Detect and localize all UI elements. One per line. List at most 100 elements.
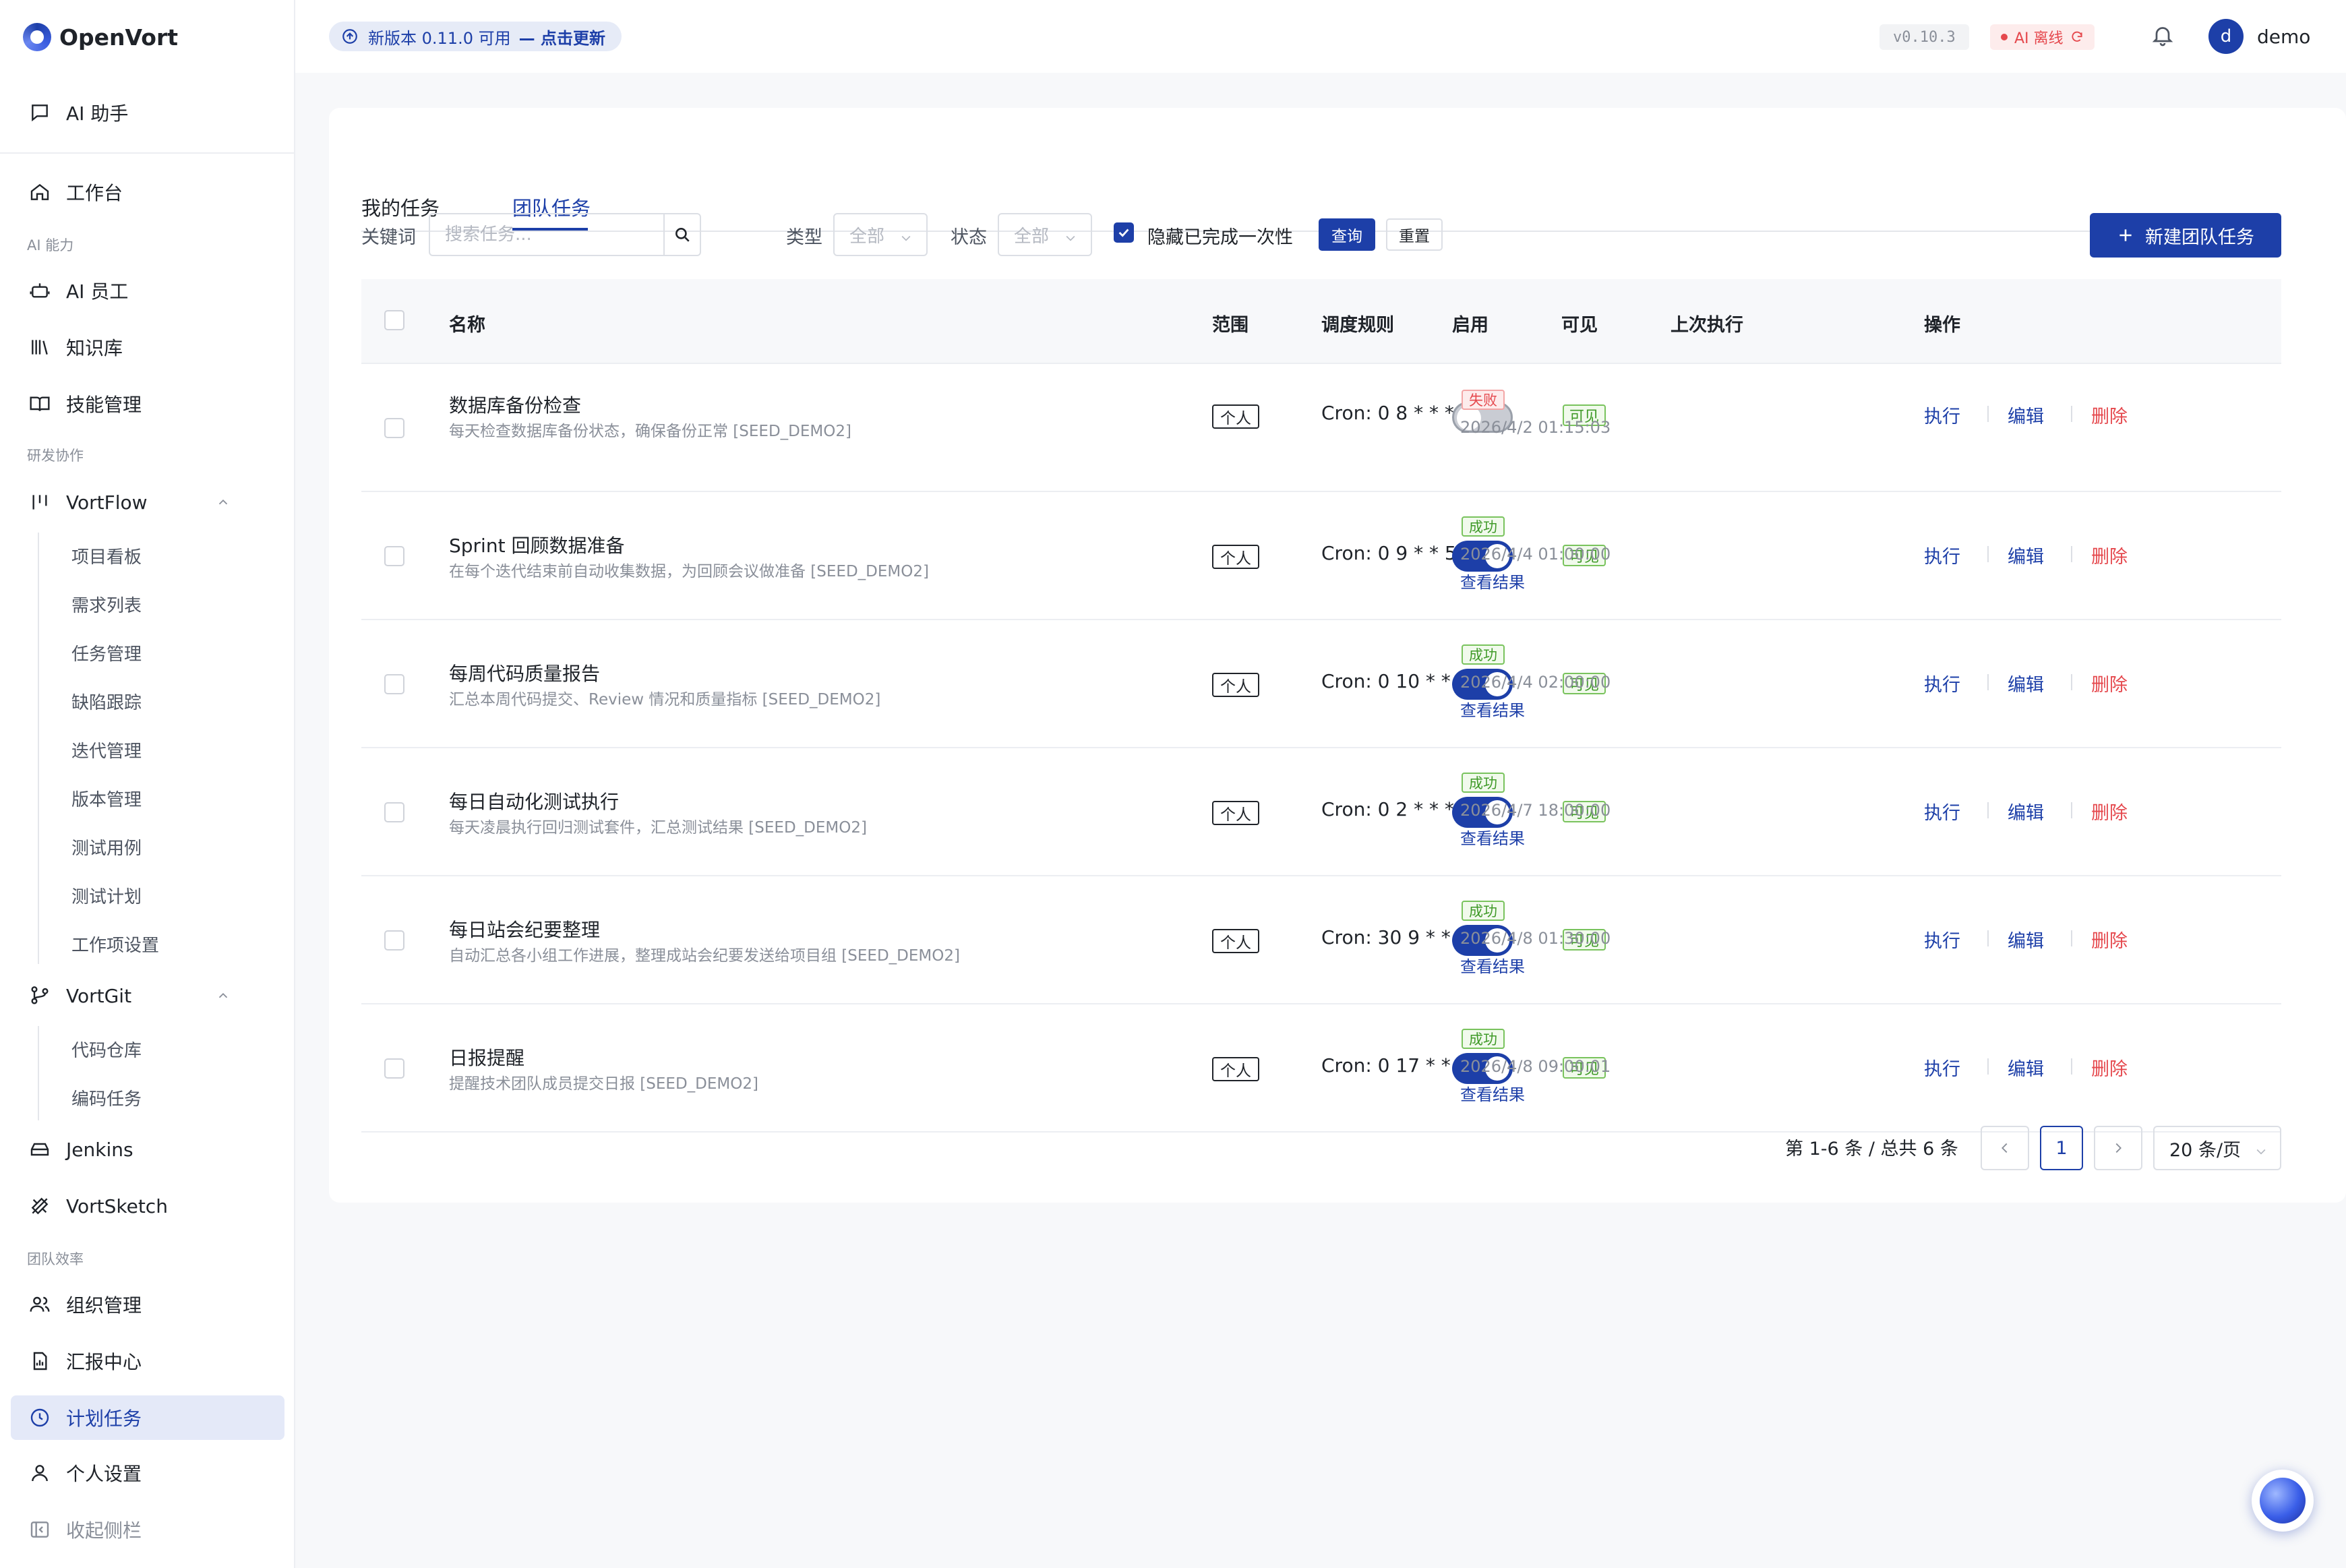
view-result-link[interactable]: 查看结果 bbox=[1460, 825, 1525, 849]
sidebar-subitem-iterations[interactable]: 迭代管理 bbox=[71, 737, 142, 762]
sidebar-subitem-bugs[interactable]: 缺陷跟踪 bbox=[71, 689, 142, 714]
row-checkbox[interactable] bbox=[384, 802, 404, 822]
view-result-link[interactable]: 查看结果 bbox=[1460, 953, 1525, 977]
sidebar-subitem-project-board[interactable]: 项目看板 bbox=[71, 543, 142, 568]
chevron-up-icon[interactable] bbox=[216, 495, 231, 512]
sidebar-item-label: VortGit bbox=[66, 984, 132, 1007]
edit-action[interactable]: 编辑 bbox=[2008, 670, 2044, 696]
next-page-button[interactable] bbox=[2094, 1126, 2142, 1170]
refresh-icon[interactable] bbox=[2070, 30, 2084, 44]
task-description: 每天检查数据库备份状态，确保备份正常 [SEED_DEMO2] bbox=[449, 423, 851, 440]
sidebar-subitem-versions[interactable]: 版本管理 bbox=[71, 786, 142, 811]
sidebar-item-skills[interactable]: 技能管理 bbox=[11, 382, 284, 426]
status-select-value: 全部 bbox=[1014, 226, 1050, 247]
sidebar-subitem-requirements[interactable]: 需求列表 bbox=[71, 592, 142, 617]
sidebar-item-org[interactable]: 组织管理 bbox=[11, 1282, 284, 1327]
hide-completed-checkbox[interactable] bbox=[1114, 222, 1134, 243]
page-size-select[interactable]: 20 条/页 bbox=[2153, 1126, 2281, 1170]
collapse-sidebar-icon bbox=[27, 1517, 53, 1542]
sidebar-item-knowledge[interactable]: 知识库 bbox=[11, 325, 284, 369]
sidebar-subitem-test-plans[interactable]: 测试计划 bbox=[71, 883, 142, 908]
run-action[interactable]: 执行 bbox=[1924, 926, 1960, 953]
sidebar-subitem-workitem-settings[interactable]: 工作项设置 bbox=[71, 932, 159, 957]
edit-action[interactable]: 编辑 bbox=[2008, 926, 2044, 953]
sidebar-subitem-coding-tasks[interactable]: 编码任务 bbox=[71, 1085, 142, 1110]
hide-completed-label[interactable]: 隐藏已完成一次性 bbox=[1147, 222, 1293, 249]
view-result-link[interactable]: 查看结果 bbox=[1460, 1081, 1525, 1105]
sidebar-item-vortgit[interactable]: VortGit bbox=[11, 973, 284, 1018]
last-run-time: 2026/4/2 01:15:03 bbox=[1460, 418, 1611, 437]
sidebar-item-reports[interactable]: 汇报中心 bbox=[11, 1339, 284, 1383]
type-select[interactable]: 全部 bbox=[833, 213, 928, 256]
update-banner[interactable]: 新版本 0.11.0 可用 — 点击更新 bbox=[329, 22, 622, 51]
search-input[interactable] bbox=[430, 214, 663, 255]
sidebar-item-vortflow[interactable]: VortFlow bbox=[11, 480, 284, 524]
task-description: 每天凌晨执行回归测试套件，汇总测试结果 [SEED_DEMO2] bbox=[449, 819, 867, 837]
sidebar-item-label: 个人设置 bbox=[66, 1463, 142, 1485]
report-icon bbox=[27, 1348, 53, 1374]
user-avatar[interactable]: d bbox=[2208, 19, 2244, 54]
last-run-status-badge: 成功 bbox=[1462, 1029, 1505, 1049]
delete-action[interactable]: 删除 bbox=[2091, 670, 2128, 696]
row-checkbox[interactable] bbox=[384, 546, 404, 566]
sidebar: OpenVort AI 助手 工作台 AI 能力 AI 员工 知识库 技能管理 … bbox=[0, 0, 295, 1568]
sidebar-item-ai-staff[interactable]: AI 员工 bbox=[11, 268, 284, 313]
run-action[interactable]: 执行 bbox=[1924, 670, 1960, 696]
edit-action[interactable]: 编辑 bbox=[2008, 798, 2044, 824]
chevron-up-icon[interactable] bbox=[216, 988, 231, 1006]
delete-action[interactable]: 删除 bbox=[2091, 798, 2128, 824]
table-header: 名称 范围 调度规则 启用 可见 上次执行 操作 bbox=[361, 279, 2281, 364]
edit-action[interactable]: 编辑 bbox=[2008, 542, 2044, 568]
status-select[interactable]: 全部 bbox=[998, 213, 1092, 256]
run-action[interactable]: 执行 bbox=[1924, 798, 1960, 824]
query-button[interactable]: 查询 bbox=[1319, 218, 1375, 251]
delete-action[interactable]: 删除 bbox=[2091, 542, 2128, 568]
row-checkbox[interactable] bbox=[384, 1058, 404, 1079]
run-action[interactable]: 执行 bbox=[1924, 402, 1960, 428]
delete-action[interactable]: 删除 bbox=[2091, 402, 2128, 428]
username[interactable]: demo bbox=[2257, 26, 2310, 48]
sidebar-item-workbench[interactable]: 工作台 bbox=[11, 170, 284, 214]
column-header-scope: 范围 bbox=[1212, 315, 1249, 336]
page-button-1[interactable]: 1 bbox=[2040, 1126, 2083, 1170]
sidebar-item-scheduled-tasks[interactable]: 计划任务 bbox=[11, 1395, 284, 1440]
sidebar-subitem-test-cases[interactable]: 测试用例 bbox=[71, 835, 142, 860]
delete-action[interactable]: 删除 bbox=[2091, 1054, 2128, 1081]
tab-my-tasks[interactable]: 我的任务 bbox=[361, 193, 440, 221]
update-link[interactable]: — 点击更新 bbox=[519, 25, 605, 49]
run-action[interactable]: 执行 bbox=[1924, 1054, 1960, 1081]
sidebar-collapse-button[interactable]: 收起侧栏 bbox=[11, 1507, 284, 1552]
view-result-link[interactable]: 查看结果 bbox=[1460, 569, 1525, 593]
ai-status-badge[interactable]: AI 离线 bbox=[1990, 24, 2095, 50]
upgrade-arrow-icon bbox=[342, 29, 357, 44]
ai-assistant-float-button[interactable] bbox=[2252, 1470, 2314, 1532]
edit-action[interactable]: 编辑 bbox=[2008, 402, 2044, 428]
row-checkbox[interactable] bbox=[384, 418, 404, 438]
row-checkbox[interactable] bbox=[384, 930, 404, 951]
reset-button[interactable]: 重置 bbox=[1386, 218, 1443, 251]
view-result-link[interactable]: 查看结果 bbox=[1460, 697, 1525, 721]
sidebar-item-jenkins[interactable]: Jenkins bbox=[11, 1127, 284, 1172]
row-checkbox[interactable] bbox=[384, 674, 404, 694]
scope-badge: 个人 bbox=[1212, 929, 1259, 953]
run-action[interactable]: 执行 bbox=[1924, 542, 1960, 568]
delete-action[interactable]: 删除 bbox=[2091, 926, 2128, 953]
last-run-time: 2026/4/4 02:00:00 bbox=[1460, 673, 1611, 692]
prev-page-button[interactable] bbox=[1981, 1126, 2029, 1170]
ai-orb-icon bbox=[2260, 1478, 2306, 1524]
sidebar-subitem-tasks[interactable]: 任务管理 bbox=[71, 640, 142, 665]
submenu-guide-line bbox=[38, 1026, 39, 1120]
sidebar-subitem-repos[interactable]: 代码仓库 bbox=[71, 1037, 142, 1062]
new-team-task-button[interactable]: 新建团队任务 bbox=[2090, 213, 2281, 258]
search-button[interactable] bbox=[663, 214, 700, 255]
action-divider bbox=[1987, 930, 1989, 946]
sidebar-item-ai-assistant[interactable]: AI 助手 bbox=[11, 90, 284, 135]
task-name: 数据库备份检查 bbox=[449, 394, 582, 417]
edit-action[interactable]: 编辑 bbox=[2008, 1054, 2044, 1081]
notification-bell-icon[interactable] bbox=[2150, 23, 2175, 50]
select-all-checkbox[interactable] bbox=[384, 310, 404, 330]
app-logo[interactable]: OpenVort bbox=[23, 20, 178, 54]
sidebar-item-personal-settings[interactable]: 个人设置 bbox=[11, 1451, 284, 1495]
column-header-schedule: 调度规则 bbox=[1321, 315, 1394, 336]
sidebar-item-vortsketch[interactable]: VortSketch bbox=[11, 1184, 284, 1228]
